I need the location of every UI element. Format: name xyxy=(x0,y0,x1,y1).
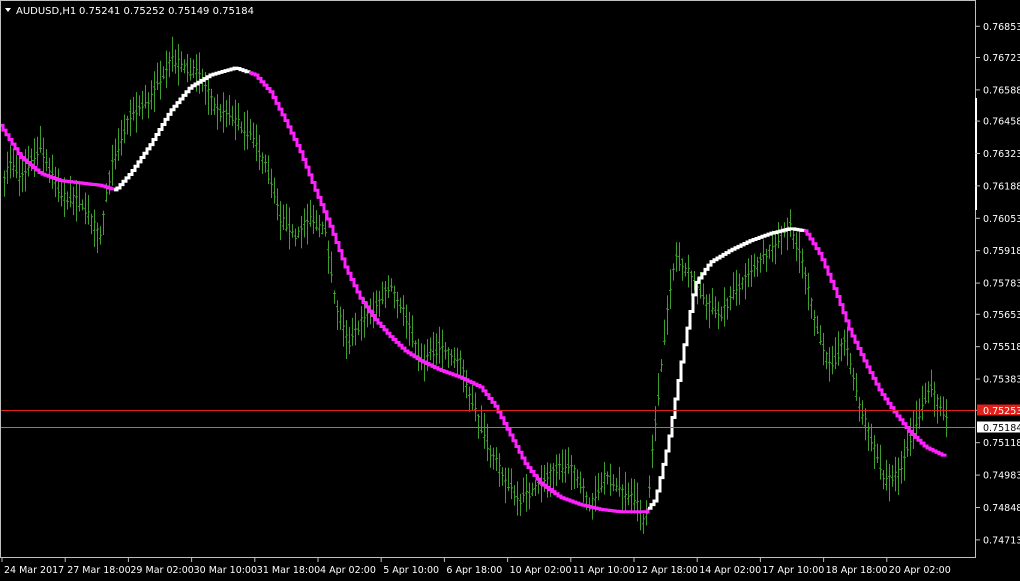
x-tick-label: 20 Apr 02:00 xyxy=(889,565,951,576)
y-tick-label: 0.76588 xyxy=(983,85,1020,96)
y-tick-label: 0.76188 xyxy=(983,181,1020,192)
y-tick-label: 0.76853 xyxy=(983,22,1020,33)
x-tick-label: 29 Mar 02:00 xyxy=(130,565,193,576)
y-tick-label: 0.75653 xyxy=(983,310,1020,321)
x-tick-label: 14 Apr 02:00 xyxy=(699,565,761,576)
chart: 0.76853 0.76723 0.76588 0.76458 0.76323 0.761… xyxy=(0,0,1020,581)
y-tick-label: 0.75383 xyxy=(983,375,1020,386)
y-tick-label: 0.76053 xyxy=(983,214,1020,225)
y-tick-label: 0.75518 xyxy=(983,342,1020,353)
x-tick-label: 12 Apr 18:00 xyxy=(636,565,698,576)
y-tick-label: 0.76723 xyxy=(983,53,1020,64)
x-tick-label: 10 Apr 02:00 xyxy=(510,565,572,576)
chart-title-symbol: AUDUSD,H1 xyxy=(16,6,76,17)
x-tick-label: 6 Apr 18:00 xyxy=(446,565,502,576)
x-tick-label: 27 Mar 18:00 xyxy=(67,565,130,576)
x-tick-label: 11 Apr 10:00 xyxy=(573,565,635,576)
x-tick-label: 31 Mar 18:00 xyxy=(257,565,320,576)
y-tick-label: 0.76323 xyxy=(983,149,1020,160)
x-tick-label: 24 Mar 2017 xyxy=(4,565,64,576)
y-tick-label: 0.74713 xyxy=(983,535,1020,546)
x-tick-label: 5 Apr 10:00 xyxy=(383,565,439,576)
y-tick-label: 0.75783 xyxy=(983,279,1020,290)
bid-price-label: 0.75184 xyxy=(983,423,1020,434)
x-tick-label: 30 Mar 10:00 xyxy=(194,565,257,576)
y-tick-label: 0.74848 xyxy=(983,503,1020,514)
y-tick-label: 0.75118 xyxy=(983,438,1020,449)
ask-price-label: 0.75253 xyxy=(983,406,1020,417)
y-tick-label: 0.75918 xyxy=(983,246,1020,257)
y-tick-label: 0.74983 xyxy=(983,471,1020,482)
chart-title-ohlc: 0.75241 0.75252 0.75149 0.75184 xyxy=(79,6,254,17)
x-tick-label: 17 Apr 10:00 xyxy=(762,565,824,576)
x-tick-label: 4 Apr 02:00 xyxy=(320,565,376,576)
y-tick-label: 0.76458 xyxy=(983,117,1020,128)
x-tick-label: 18 Apr 18:00 xyxy=(826,565,888,576)
